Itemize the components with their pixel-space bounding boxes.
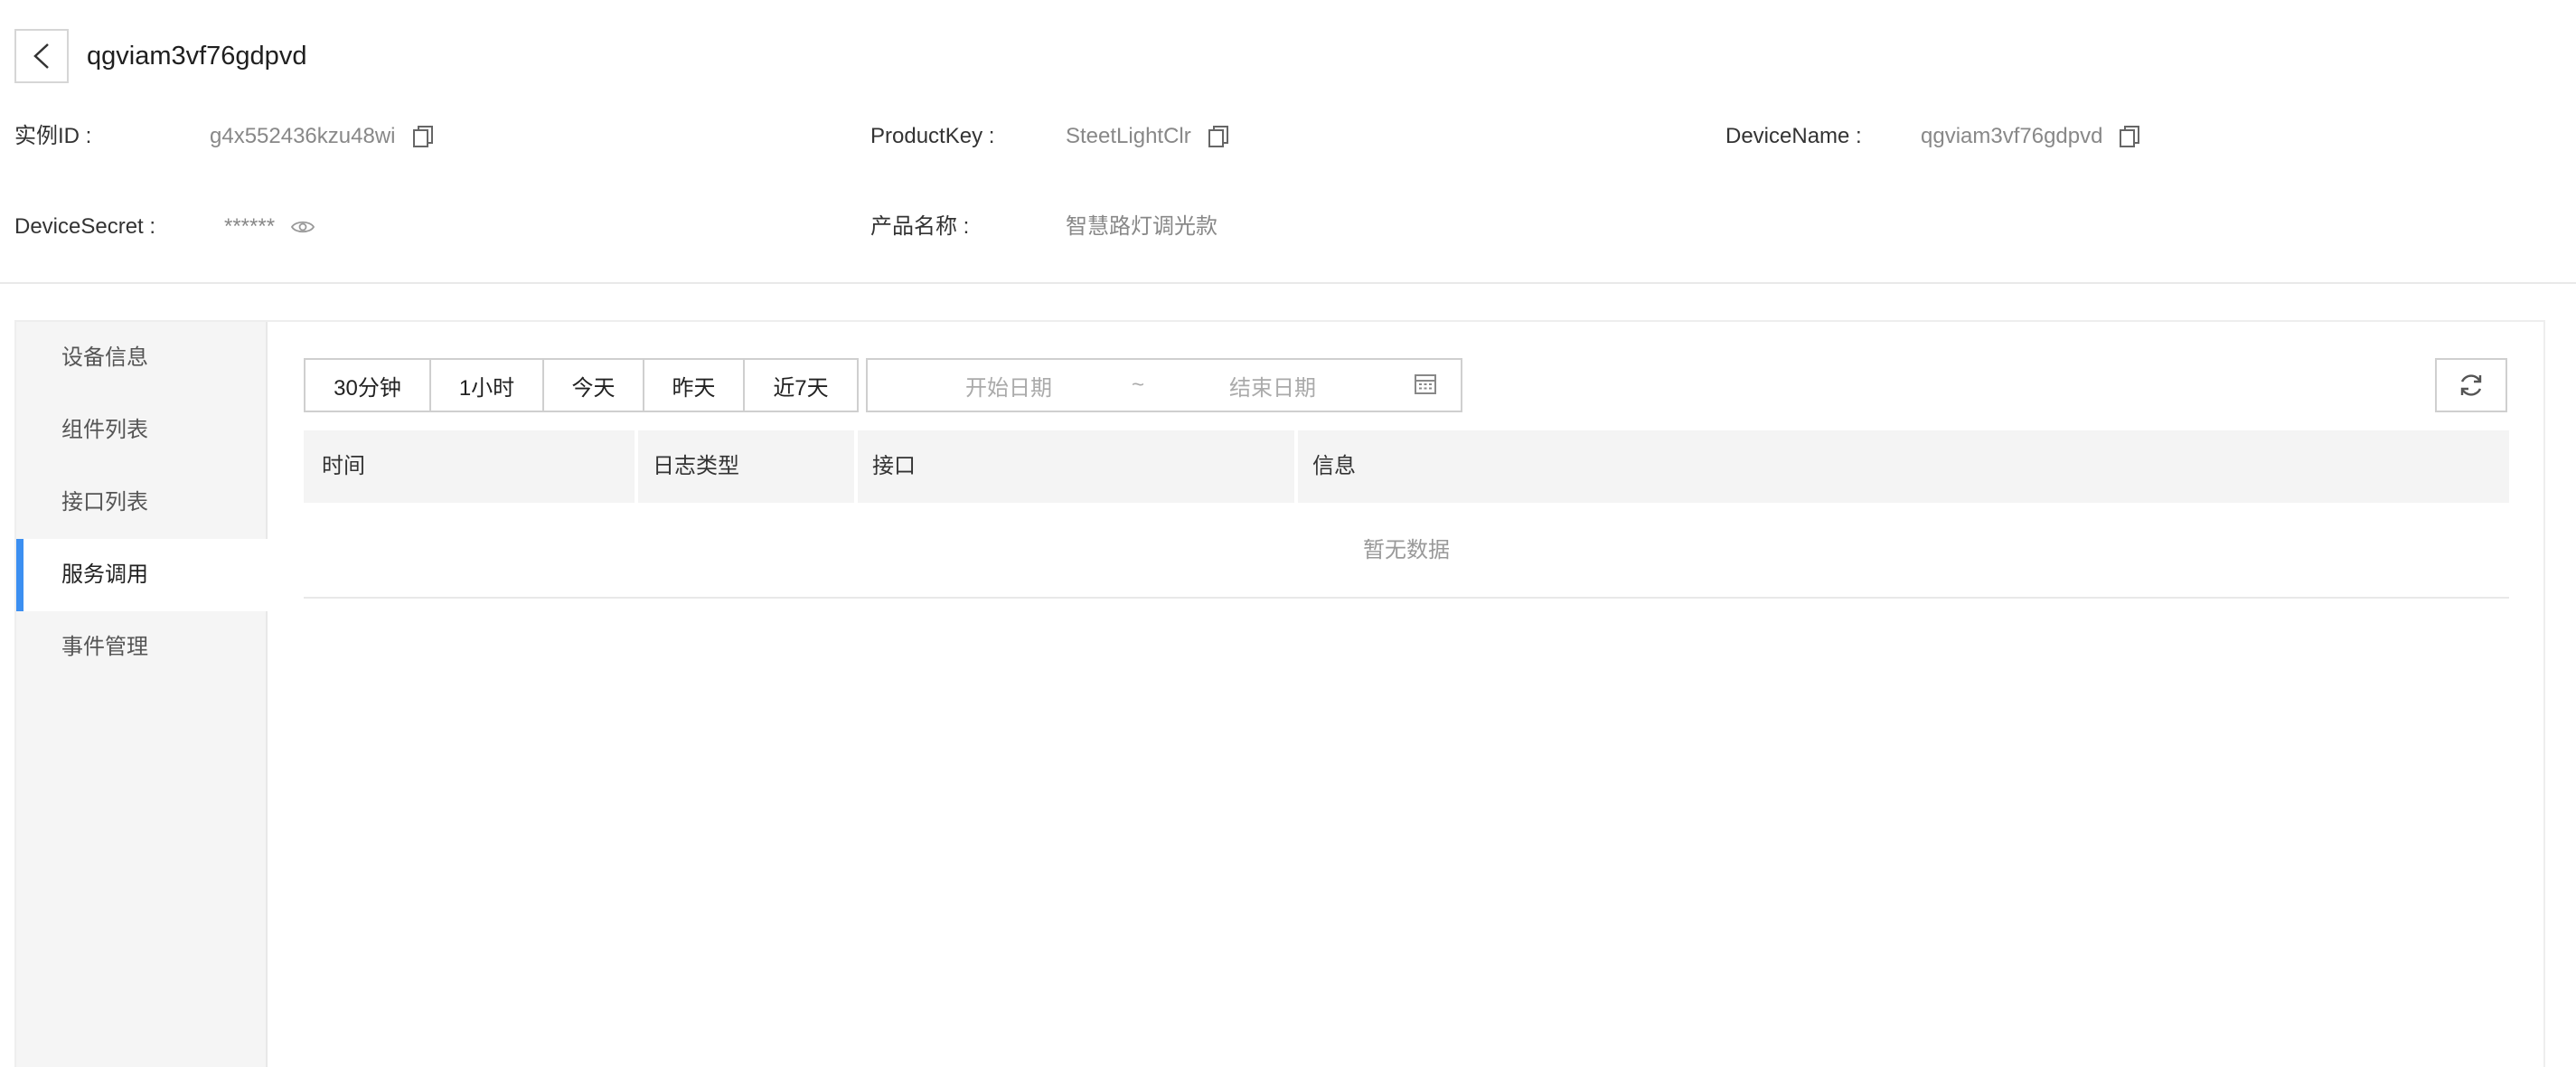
column-header-time: 时间	[322, 454, 365, 478]
device-name-value-wrap: qgviam3vf76gdpvd	[1921, 121, 2140, 152]
product-name-value: 智慧路灯调光款	[1066, 214, 1217, 239]
copy-icon	[1208, 126, 1228, 147]
reveal-secret-button[interactable]	[291, 219, 315, 235]
product-key-value-wrap: SteetLightClr	[1066, 121, 1229, 152]
product-key-value: SteetLightClr	[1066, 124, 1191, 148]
sidebar-item-component-list[interactable]: 组件列表	[16, 394, 268, 467]
eye-icon	[291, 221, 315, 233]
copy-device-name-button[interactable]	[2119, 125, 2140, 148]
device-name-label: DeviceName :	[1725, 124, 1862, 148]
copy-instance-id-button[interactable]	[412, 125, 434, 148]
column-header-interface: 接口	[854, 430, 1294, 503]
device-detail-page: qgviam3vf76gdpvd 实例ID : g4x552436kzu48wi…	[0, 0, 2576, 1067]
copy-icon	[2120, 126, 2140, 147]
instance-id-label: 实例ID :	[14, 124, 92, 148]
column-header-message: 信息	[1294, 430, 2509, 503]
instance-id-row: 实例ID : g4x552436kzu48wi	[14, 121, 828, 152]
back-button[interactable]	[14, 29, 69, 83]
product-key-row: ProductKey : SteetLightClr	[870, 121, 1684, 152]
log-table: 时间 日志类型 接口 信息 暂无数据	[304, 430, 2509, 599]
range-1h-button[interactable]: 1小时	[431, 360, 544, 411]
chevron-left-icon	[33, 43, 49, 69]
instance-id-value: g4x552436kzu48wi	[210, 124, 396, 148]
date-range-picker[interactable]: 开始日期 ~ 结束日期	[866, 358, 1462, 412]
device-name-row: DeviceName : qgviam3vf76gdpvd	[1725, 121, 2539, 152]
device-secret-row: DeviceSecret : ******	[14, 212, 828, 242]
sidebar-item-service-call[interactable]: 服务调用	[16, 539, 268, 611]
device-secret-value-wrap: ******	[224, 212, 315, 242]
date-separator: ~	[1132, 373, 1145, 397]
product-name-row: 产品名称 : 智慧路灯调光款	[870, 212, 1684, 242]
device-secret-value: ******	[224, 214, 276, 239]
device-secret-label: DeviceSecret :	[14, 214, 156, 239]
copy-icon	[412, 126, 433, 147]
instance-id-value-wrap: g4x552436kzu48wi	[210, 121, 434, 152]
product-name-label: 产品名称 :	[870, 214, 970, 239]
sidebar-item-event-management[interactable]: 事件管理	[16, 611, 268, 684]
calendar-icon[interactable]	[1414, 373, 1437, 396]
empty-state: 暂无数据	[304, 503, 2509, 599]
sidebar: 设备信息 组件列表 接口列表 服务调用 事件管理	[16, 322, 268, 1067]
page-title: qgviam3vf76gdpvd	[87, 42, 307, 71]
start-date-input[interactable]: 开始日期	[965, 370, 1052, 401]
range-yesterday-button[interactable]: 昨天	[644, 360, 745, 411]
sidebar-item-interface-list[interactable]: 接口列表	[16, 467, 268, 539]
end-date-input[interactable]: 结束日期	[1229, 370, 1316, 401]
range-7d-button[interactable]: 近7天	[745, 360, 857, 411]
product-key-label: ProductKey :	[870, 124, 995, 148]
main-panel: 设备信息 组件列表 接口列表 服务调用 事件管理 30分钟 1小时 今天 昨天 …	[14, 320, 2545, 1067]
content-area: 30分钟 1小时 今天 昨天 近7天 开始日期 ~ 结束日期 时间 日志类型 接…	[268, 322, 2543, 1067]
copy-product-key-button[interactable]	[1208, 125, 1229, 148]
refresh-button[interactable]	[2435, 358, 2507, 412]
range-30min-button[interactable]: 30分钟	[306, 360, 431, 411]
range-today-button[interactable]: 今天	[544, 360, 644, 411]
refresh-icon	[2460, 374, 2482, 396]
header-divider	[0, 282, 2576, 284]
device-name-value: qgviam3vf76gdpvd	[1921, 124, 2103, 148]
time-range-group: 30分钟 1小时 今天 昨天 近7天	[304, 358, 859, 412]
table-header: 时间 日志类型 接口 信息	[304, 430, 2509, 503]
column-header-log-type: 日志类型	[635, 430, 854, 503]
sidebar-item-device-info[interactable]: 设备信息	[16, 322, 268, 394]
